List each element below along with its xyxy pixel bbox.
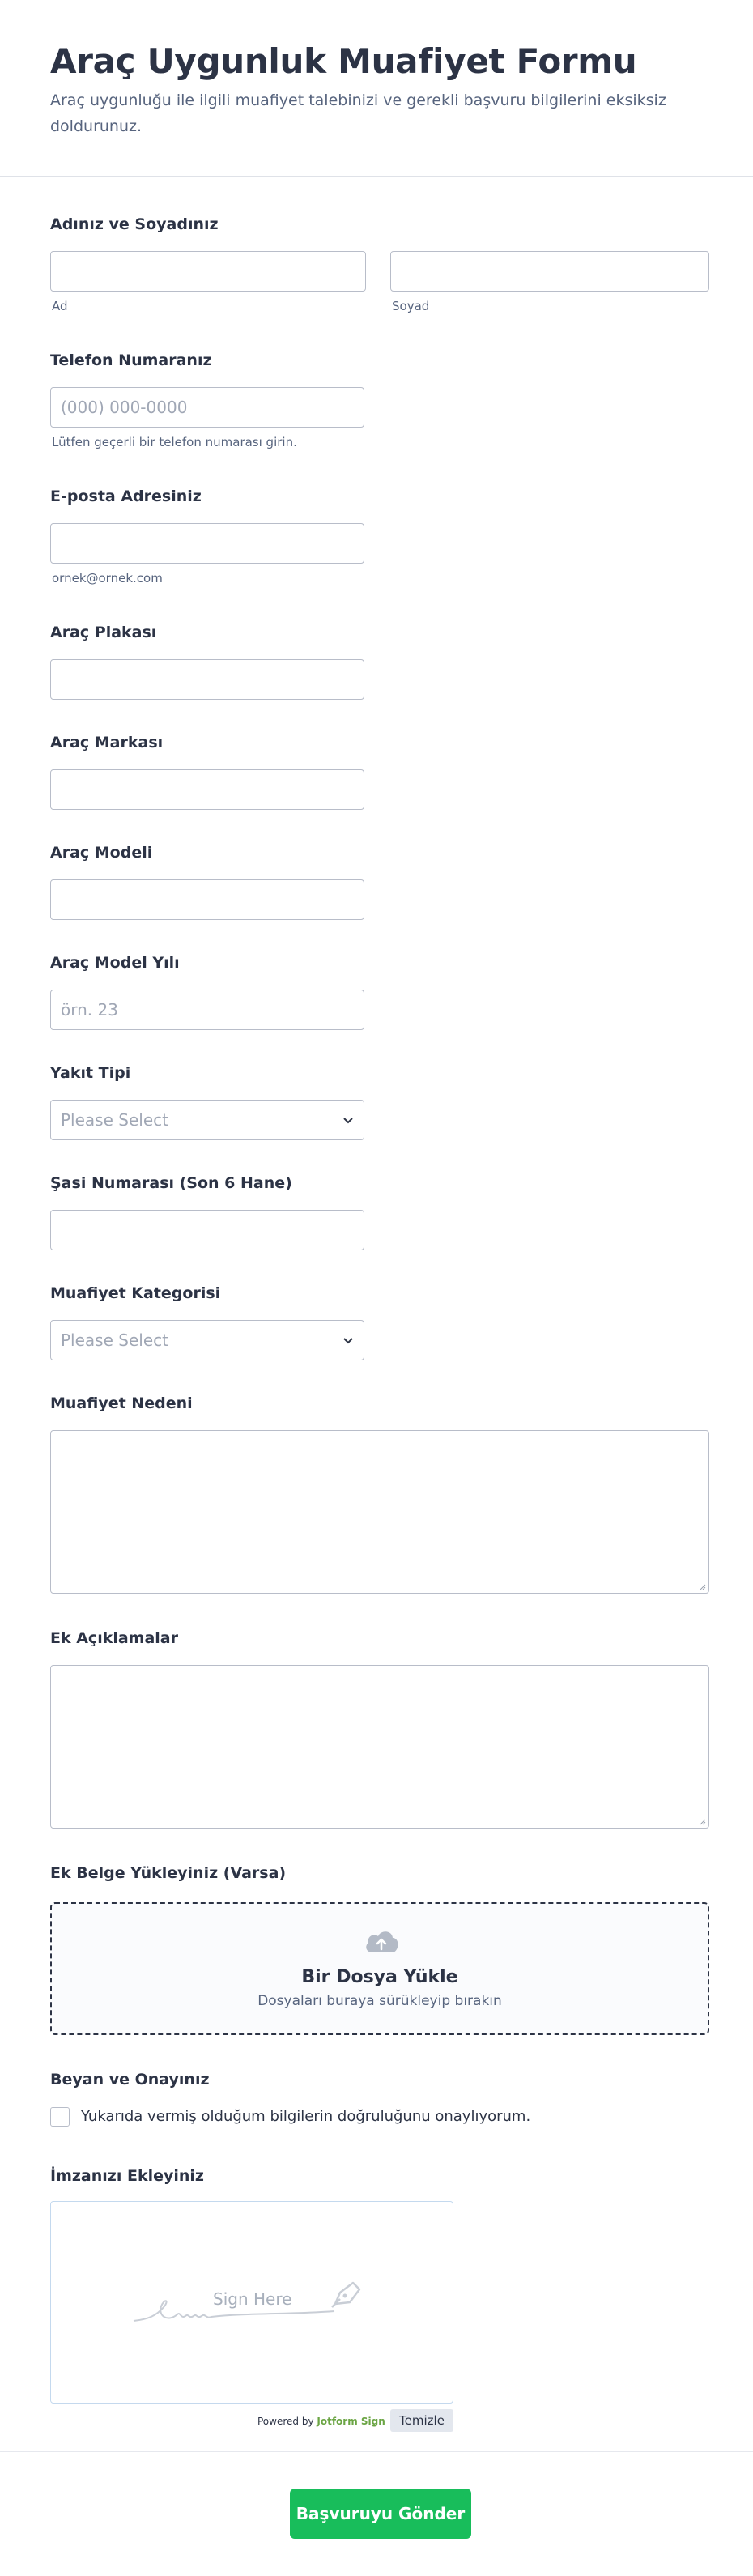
- fuel-select[interactable]: Please Select: [50, 1100, 364, 1140]
- notes-label: Ek Açıklamalar: [50, 1629, 179, 1647]
- clear-signature-button[interactable]: Temizle: [390, 2409, 453, 2432]
- notes-textarea[interactable]: [50, 1665, 709, 1829]
- pen-icon: [331, 2281, 361, 2308]
- chevron-down-icon: [343, 1338, 353, 1344]
- form-header: Araç Uygunluk Muafiyet Formu Araç uygunl…: [0, 0, 753, 177]
- category-select-value: Please Select: [61, 1331, 168, 1350]
- first-name-input[interactable]: [50, 251, 366, 292]
- resize-grip-icon[interactable]: [698, 1582, 706, 1590]
- consent-checkbox-label[interactable]: Yukarıda vermiş olduğum bilgilerin doğru…: [81, 2107, 530, 2127]
- phone-input[interactable]: (000) 000-0000: [50, 387, 364, 428]
- signature-pad[interactable]: Sign Here: [50, 2201, 453, 2404]
- powered-by-text: Powered by Jotform Sign: [257, 2412, 385, 2431]
- fuel-select-value: Please Select: [61, 1110, 168, 1130]
- email-label: E-posta Adresiniz: [50, 488, 202, 505]
- model-label: Araç Modeli: [50, 844, 153, 862]
- form-title: Araç Uygunluk Muafiyet Formu: [50, 41, 637, 81]
- reason-textarea[interactable]: [50, 1430, 709, 1594]
- category-select[interactable]: Please Select: [50, 1320, 364, 1360]
- chevron-down-icon: [343, 1118, 353, 1124]
- fuel-label: Yakıt Tipi: [50, 1064, 131, 1082]
- submit-button[interactable]: Başvuruyu Gönder: [290, 2489, 471, 2539]
- cloud-upload-icon: [366, 1931, 398, 1952]
- resize-grip-icon[interactable]: [698, 1817, 706, 1825]
- last-name-sublabel: Soyad: [392, 299, 430, 313]
- model-input[interactable]: [50, 879, 364, 920]
- reason-label: Muafiyet Nedeni: [50, 1394, 193, 1412]
- name-label: Adınız ve Soyadınız: [50, 215, 219, 233]
- email-sublabel: ornek@ornek.com: [52, 571, 163, 585]
- first-name-sublabel: Ad: [52, 299, 68, 313]
- email-input[interactable]: [50, 523, 364, 564]
- plate-input[interactable]: [50, 659, 364, 700]
- plate-label: Araç Plakası: [50, 624, 157, 641]
- signature-label: İmzanızı Ekleyiniz: [50, 2167, 204, 2185]
- brand-label: Araç Markası: [50, 734, 164, 752]
- phone-sublabel: Lütfen geçerli bir telefon numarası giri…: [52, 435, 297, 449]
- chassis-input[interactable]: [50, 1210, 364, 1250]
- last-name-input[interactable]: [390, 251, 709, 292]
- form-description: Araç uygunluğu ile ilgili muafiyet taleb…: [50, 92, 666, 135]
- year-input[interactable]: örn. 23: [50, 990, 364, 1030]
- brand-input[interactable]: [50, 769, 364, 810]
- phone-label: Telefon Numaranız: [50, 351, 212, 369]
- submit-divider: [0, 2451, 753, 2452]
- consent-checkbox[interactable]: [50, 2107, 70, 2127]
- powered-prefix: Powered by: [257, 2416, 314, 2427]
- consent-label: Beyan ve Onayınız: [50, 2071, 210, 2088]
- upload-label: Ek Belge Yükleyiniz (Varsa): [50, 1864, 287, 1882]
- upload-title: Bir Dosya Yükle: [301, 1967, 458, 1987]
- form-body: Adınız ve Soyadınız Ad Soyad Telefon Num…: [0, 177, 753, 2539]
- jotform-sign-brand[interactable]: Jotform Sign: [317, 2416, 385, 2427]
- category-label: Muafiyet Kategorisi: [50, 1284, 221, 1302]
- file-upload-dropzone[interactable]: Bir Dosya Yükle Dosyaları buraya sürükle…: [50, 1902, 709, 2035]
- chassis-label: Şasi Numarası (Son 6 Hane): [50, 1174, 292, 1192]
- upload-hint: Dosyaları buraya sürükleyip bırakın: [257, 1993, 502, 2009]
- year-label: Araç Model Yılı: [50, 954, 180, 972]
